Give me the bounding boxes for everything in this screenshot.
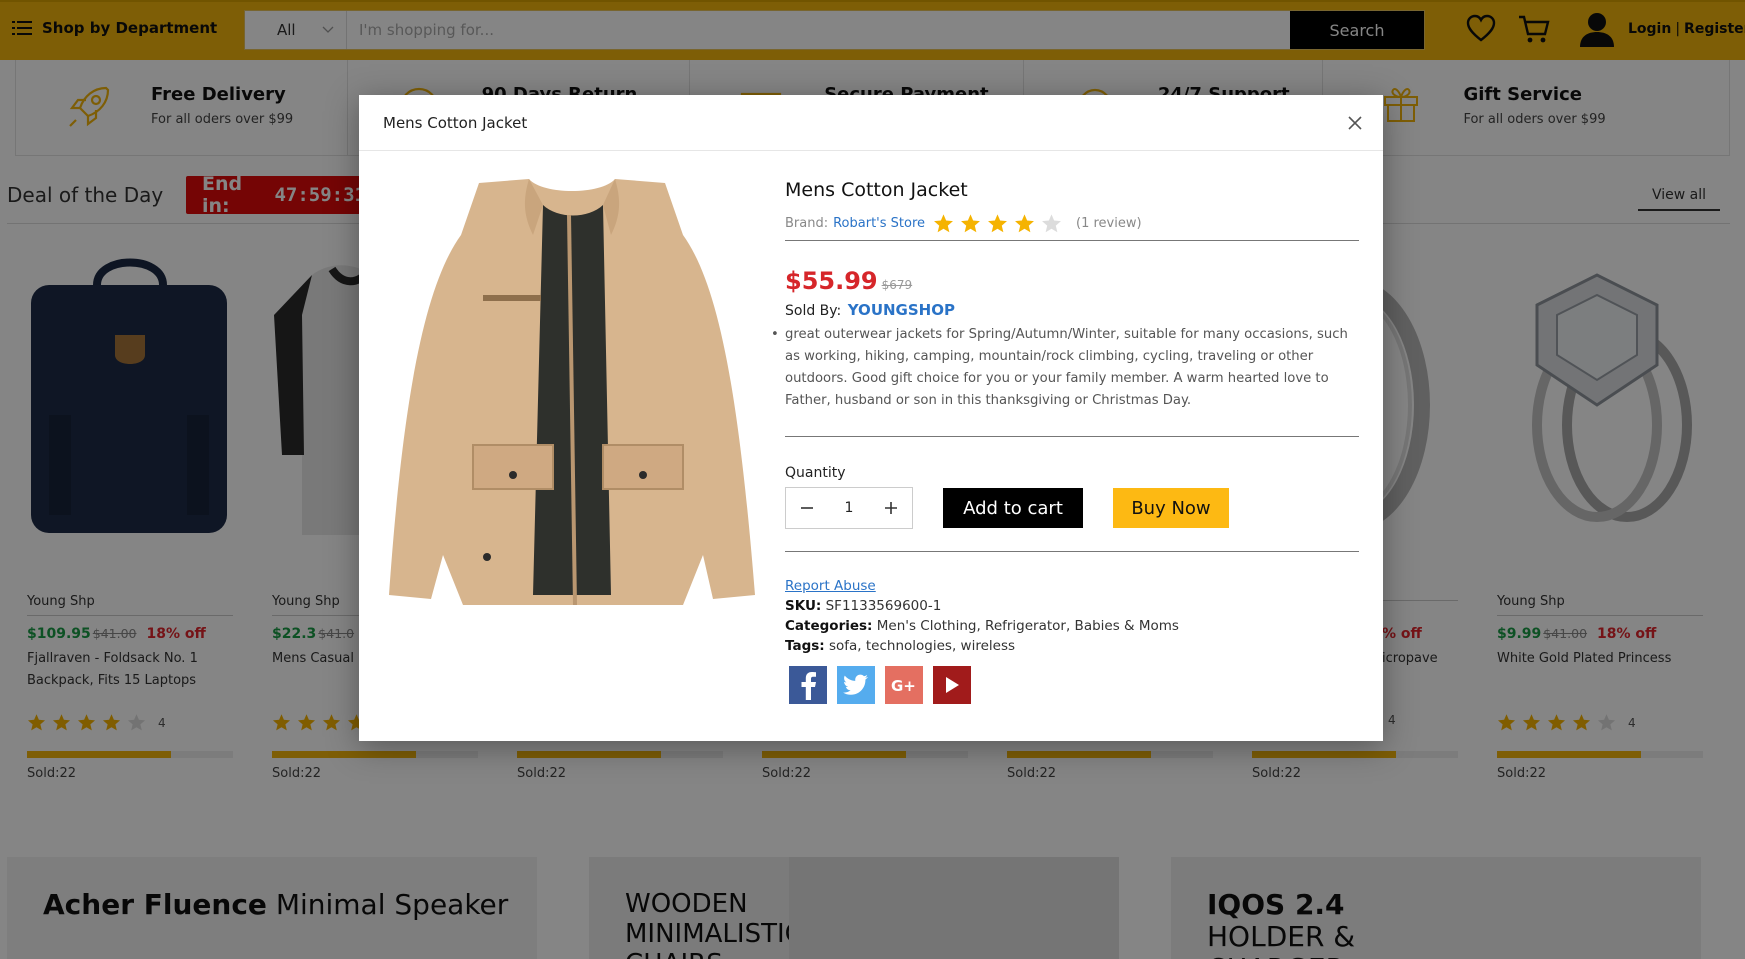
brand-rating-row: Brand: Robart's Store (1 review) [785,213,1359,241]
facebook-icon[interactable] [789,666,827,704]
quantity-stepper: 1 [785,487,913,529]
divider [785,436,1359,437]
categories-label: Categories: [785,618,873,634]
product-description: great outerwear jackets for Spring/Autum… [771,324,1359,412]
jacket-image [389,179,755,606]
social-share: G+ [789,666,1359,704]
brand-label: Brand: [785,216,829,231]
add-to-cart-button[interactable]: Add to cart [943,488,1083,528]
categories-value[interactable]: Men's Clothing, Refrigerator, Babies & M… [877,618,1179,634]
star-filled-icon [934,214,953,233]
buy-now-button[interactable]: Buy Now [1113,488,1229,528]
svg-text:G+: G+ [891,677,916,694]
seller-link[interactable]: YOUNGSHOP [848,301,955,319]
sold-by: Sold By: YOUNGSHOP [785,301,1359,319]
quantity-label: Quantity [785,465,846,481]
rating-stars [933,213,1068,234]
product-details: Mens Cotton Jacket Brand: Robart's Store… [771,179,1359,704]
plus-icon[interactable] [884,501,898,515]
description-item: great outerwear jackets for Spring/Autum… [771,324,1359,412]
youtube-icon[interactable] [933,666,971,704]
modal-header: Mens Cotton Jacket [359,95,1383,151]
divider [785,551,1359,552]
star-filled-icon [961,214,980,233]
price-current: $55.99 [785,267,878,295]
categories-row: Categories: Men's Clothing, Refrigerator… [785,618,1359,634]
sku-row: SKU: SF1133569600-1 [785,598,1359,614]
sku-label: SKU: [785,598,822,614]
star-empty-icon [1042,214,1061,233]
google-plus-icon[interactable]: G+ [885,666,923,704]
quantity-value[interactable]: 1 [845,500,854,516]
product-image[interactable] [383,175,763,615]
sku-value: SF1133569600-1 [825,598,942,614]
tags-row: Tags: sofa, technologies, wireless [785,638,1359,654]
tags-label: Tags: [785,638,825,654]
purchase-row: 1 Add to cart Buy Now [785,487,1359,529]
product-title: Mens Cotton Jacket [785,179,968,201]
minus-icon[interactable] [800,501,814,515]
star-filled-icon [1015,214,1034,233]
tags-value[interactable]: sofa, technologies, wireless [829,638,1015,654]
price-old: $679 [881,278,913,292]
quick-view-modal: Mens Cotton Jacket Mens Cotton Jacket Br… [359,95,1383,741]
star-filled-icon [988,214,1007,233]
sold-by-label: Sold By: [785,303,842,319]
report-abuse-link[interactable]: Report Abuse [785,578,876,594]
brand-link[interactable]: Robart's Store [833,216,925,231]
modal-title: Mens Cotton Jacket [383,114,528,132]
close-icon[interactable] [1345,113,1365,133]
twitter-icon[interactable] [837,666,875,704]
review-count[interactable]: (1 review) [1076,216,1142,231]
product-price: $55.99 $679 [785,267,1359,295]
